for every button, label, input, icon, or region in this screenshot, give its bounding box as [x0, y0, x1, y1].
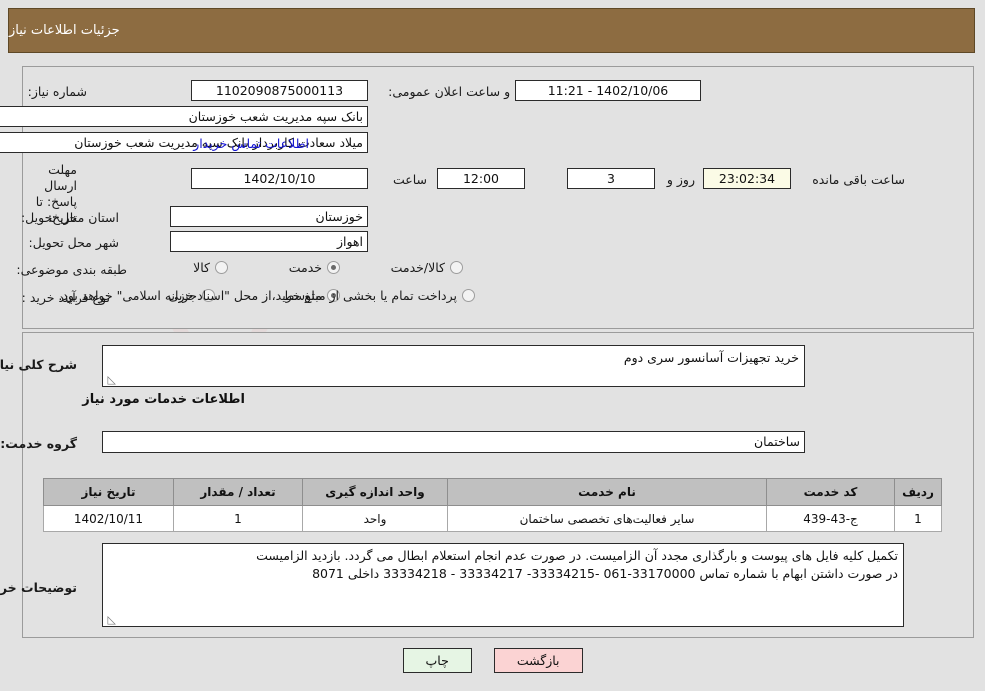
remarks-line-2: در صورت داشتن ابهام با شماره تماس 331700… — [312, 566, 898, 581]
services-table: ردیف کد خدمت نام خدمت واحد اندازه گیری ت… — [43, 478, 942, 532]
cell-row: 1 — [894, 505, 942, 532]
print-button[interactable]: چاپ — [402, 648, 472, 673]
col-header-qty: تعداد / مقدار — [173, 478, 303, 506]
service-group-label: گروه خدمت: — [0, 436, 77, 451]
radio-indicator[interactable] — [450, 261, 463, 274]
deadline-date[interactable]: 1402/10/10 — [191, 168, 368, 189]
footer-button-bar: بازگشت چاپ — [0, 648, 985, 673]
general-desc-value: خرید تجهیزات آسانسور سری دوم — [623, 350, 799, 365]
cell-qty: 1 — [173, 505, 303, 532]
need-number-value[interactable]: 1102090875000113 — [191, 80, 368, 101]
col-header-row: ردیف — [894, 478, 942, 506]
col-header-unit: واحد اندازه گیری — [302, 478, 448, 506]
public-announce-value[interactable]: 1402/10/06 - 11:21 — [515, 80, 701, 101]
category-radio-kala[interactable]: کالا — [193, 260, 228, 275]
requester-value[interactable]: میلاد سعادت کاربرداز بانک سپه مدیریت شعب… — [0, 132, 368, 153]
buyer-org-value[interactable]: بانک سپه مدیریت شعب خوزستان — [0, 106, 368, 127]
table-header-row: ردیف کد خدمت نام خدمت واحد اندازه گیری ت… — [43, 478, 942, 506]
remarks-textarea[interactable]: تکمیل کلیه فایل های پیوست و بارگذاری مجد… — [102, 543, 904, 627]
category-label: طبقه بندی موضوعی: — [16, 262, 127, 277]
general-desc-label: شرح کلی نیاز: — [0, 357, 77, 372]
radio-indicator[interactable] — [327, 261, 340, 274]
remarks-line-1: تکمیل کلیه فایل های پیوست و بارگذاری مجد… — [256, 548, 898, 563]
need-number-label: شماره نیاز: — [27, 84, 87, 99]
process-radio-treasury[interactable]: پرداخت تمام یا بخشی از مبلغ خرید،از محل … — [58, 288, 475, 303]
countdown-suffix-label: ساعت باقی مانده — [812, 172, 905, 187]
province-value[interactable]: خوزستان — [170, 206, 368, 227]
page-header: جزئیات اطلاعات نیاز — [8, 8, 975, 53]
hour-label: ساعت — [392, 172, 427, 187]
category-radio-khedmat[interactable]: خدمت — [289, 260, 340, 275]
resize-grip-icon[interactable]: ◺ — [106, 374, 116, 385]
back-button[interactable]: بازگشت — [493, 648, 583, 673]
radio-indicator[interactable] — [215, 261, 228, 274]
col-header-date: تاریخ نیاز — [43, 478, 174, 506]
category-radio-kala-khedmat[interactable]: کالا/خدمت — [391, 260, 463, 275]
col-header-code: کد خدمت — [766, 478, 895, 506]
services-heading: اطلاعات خدمات مورد نیاز — [82, 392, 245, 407]
province-label: استان محل تحویل: — [20, 210, 119, 225]
category-radio-label: کالا/خدمت — [390, 260, 445, 275]
table-row: 1 ج-43-439 سایر فعالیت‌های تخصصی ساختمان… — [43, 505, 942, 532]
remarks-label: توضیحات خریدار: — [0, 580, 77, 595]
treasury-note-label: پرداخت تمام یا بخشی از مبلغ خرید،از محل … — [58, 288, 457, 303]
page-title: جزئیات اطلاعات نیاز — [9, 23, 120, 38]
service-group-value[interactable]: ساختمان — [102, 431, 805, 453]
resize-grip-icon[interactable]: ◺ — [106, 614, 116, 625]
days-suffix-label: روز و — [666, 172, 695, 187]
cell-date: 1402/10/11 — [43, 505, 174, 532]
cell-unit: واحد — [302, 505, 448, 532]
buyer-contact-link[interactable]: اطلاعات تماس خریدار — [193, 136, 309, 151]
city-label: شهر محل تحویل: — [28, 235, 119, 250]
services-table-wrapper: ردیف کد خدمت نام خدمت واحد اندازه گیری ت… — [43, 478, 942, 532]
city-value[interactable]: اهواز — [170, 231, 368, 252]
category-radio-label: خدمت — [288, 260, 322, 275]
category-radio-label: کالا — [193, 260, 210, 275]
radio-indicator[interactable] — [462, 289, 475, 302]
col-header-name: نام خدمت — [447, 478, 767, 506]
cell-code: ج-43-439 — [766, 505, 895, 532]
general-desc-textarea[interactable]: خرید تجهیزات آسانسور سری دوم ◺ — [102, 345, 805, 387]
cell-name: سایر فعالیت‌های تخصصی ساختمان — [447, 505, 767, 532]
days-remaining-value[interactable]: 3 — [567, 168, 655, 189]
hour-value[interactable]: 12:00 — [437, 168, 525, 189]
countdown-value: 23:02:34 — [703, 168, 791, 189]
